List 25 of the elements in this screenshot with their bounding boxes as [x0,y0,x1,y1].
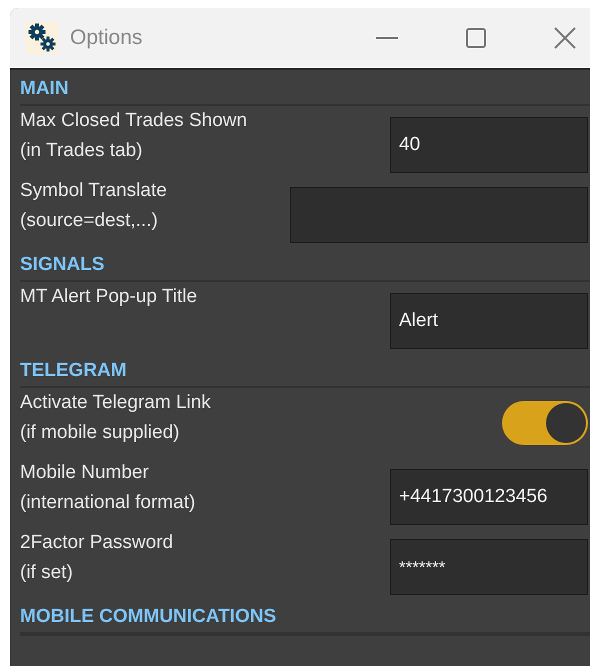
close-icon[interactable] [554,27,576,49]
section-heading: MOBILE COMMUNICATIONS [20,606,276,627]
window-title: Options [70,26,142,50]
input-field[interactable] [290,187,588,243]
setting-label: Symbol Translate [20,179,167,203]
section-heading: TELEGRAM [20,360,127,381]
section-heading: MAIN [20,78,69,99]
setting-label: Mobile Number [20,461,150,485]
input-field[interactable]: 40 [390,117,588,173]
section-heading: SIGNALS [20,254,104,275]
toggle-switch[interactable] [502,401,588,445]
input-field[interactable]: Alert [390,293,588,349]
setting-label: Max Closed Trades Shown [20,109,248,133]
setting-label: 2Factor Password [20,531,174,555]
gears-icon [26,22,58,54]
maximize-icon[interactable] [466,28,486,48]
setting-hint: (in Trades tab) [20,139,144,163]
input-field[interactable]: +4417300123456 [390,469,588,525]
setting-label: MT Alert Pop-up Title [20,285,198,309]
setting-hint: (if set) [20,561,74,585]
setting-hint: (international format) [20,491,196,515]
setting-hint: (if mobile supplied) [20,421,180,445]
setting-label: Activate Telegram Link [20,391,211,415]
input-field[interactable]: ******* [390,539,588,595]
setting-hint: (source=dest,...) [20,209,159,233]
